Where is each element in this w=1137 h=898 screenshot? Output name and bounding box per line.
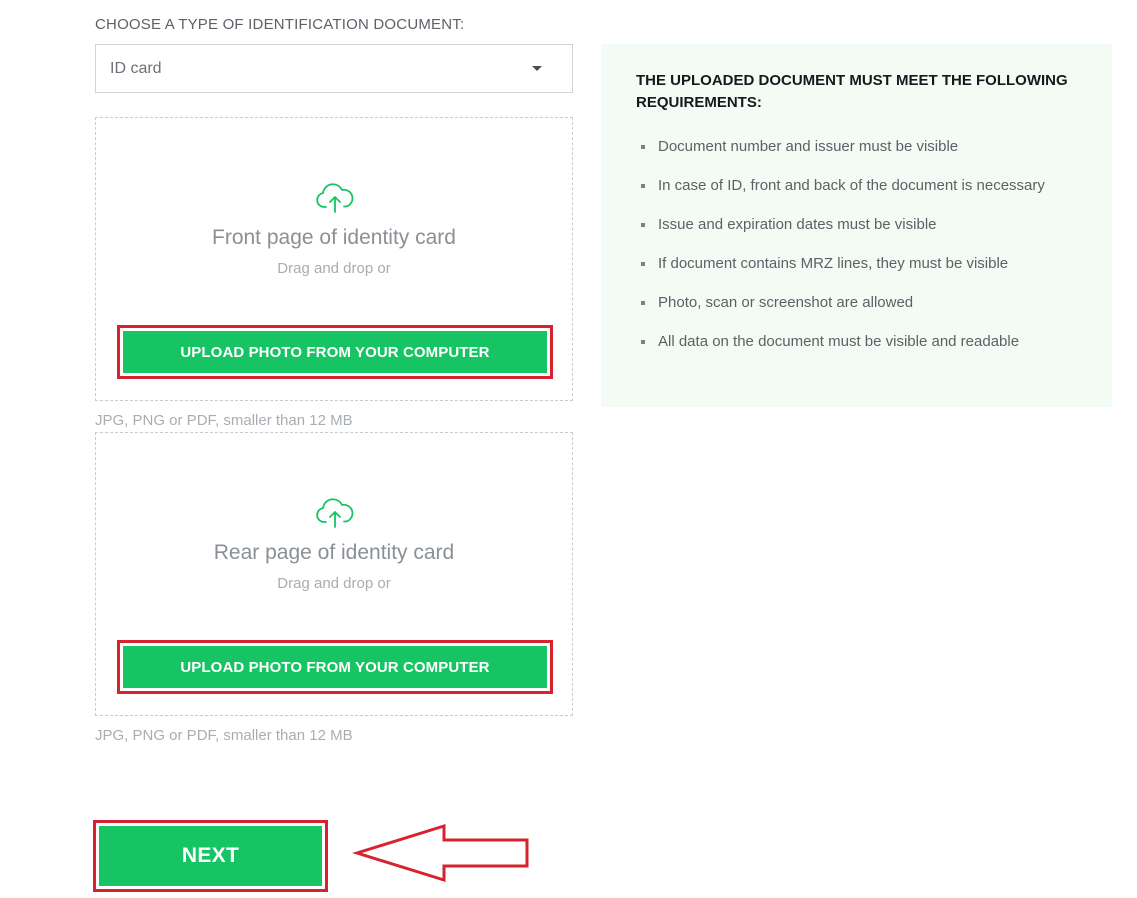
- doc-type-select[interactable]: ID card: [95, 44, 573, 93]
- cloud-upload-icon: [316, 498, 354, 528]
- list-item: Photo, scan or screenshot are allowed: [639, 292, 1079, 314]
- requirement-text: Document number and issuer must be visib…: [658, 138, 959, 155]
- requirement-text: All data on the document must be visible…: [658, 333, 1020, 350]
- list-item: If document contains MRZ lines, they mus…: [639, 253, 1079, 275]
- rear-upload-hint: JPG, PNG or PDF, smaller than 12 MB: [95, 727, 353, 744]
- list-item: Document number and issuer must be visib…: [639, 136, 1079, 158]
- bullet-icon: [641, 301, 645, 305]
- front-upload-title: Front page of identity card: [212, 226, 456, 249]
- bullet-icon: [641, 184, 645, 188]
- cloud-upload-icon: [316, 183, 354, 213]
- doc-type-value: ID card: [110, 59, 162, 77]
- requirement-text: Issue and expiration dates must be visib…: [658, 216, 937, 233]
- rear-upload-subtitle: Drag and drop or: [277, 575, 391, 592]
- requirements-title: THE UPLOADED DOCUMENT MUST MEET THE FOLL…: [636, 72, 1068, 111]
- rear-upload-highlight: UPLOAD PHOTO FROM YOUR COMPUTER: [117, 640, 553, 694]
- caret-down-icon: [532, 66, 542, 71]
- front-upload-hint: JPG, PNG or PDF, smaller than 12 MB: [95, 412, 353, 429]
- rear-upload-dropzone[interactable]: Rear page of identity card Drag and drop…: [95, 432, 573, 716]
- list-item: Issue and expiration dates must be visib…: [639, 214, 1079, 236]
- requirement-text: Photo, scan or screenshot are allowed: [658, 294, 914, 311]
- requirement-text: In case of ID, front and back of the doc…: [658, 177, 1045, 194]
- bullet-icon: [641, 223, 645, 227]
- front-upload-dropzone[interactable]: Front page of identity card Drag and dro…: [95, 117, 573, 401]
- requirement-text: If document contains MRZ lines, they mus…: [658, 255, 1009, 272]
- rear-upload-button[interactable]: UPLOAD PHOTO FROM YOUR COMPUTER: [123, 646, 547, 688]
- next-button[interactable]: NEXT: [99, 826, 322, 886]
- doc-type-label: CHOOSE A TYPE OF IDENTIFICATION DOCUMENT…: [95, 16, 465, 33]
- list-item: All data on the document must be visible…: [639, 331, 1079, 353]
- bullet-icon: [641, 145, 645, 149]
- next-highlight: NEXT: [93, 820, 328, 892]
- requirements-panel: THE UPLOADED DOCUMENT MUST MEET THE FOLL…: [601, 44, 1112, 407]
- list-item: In case of ID, front and back of the doc…: [639, 175, 1079, 197]
- bullet-icon: [641, 262, 645, 266]
- arrow-left-icon: [352, 823, 529, 883]
- front-upload-highlight: UPLOAD PHOTO FROM YOUR COMPUTER: [117, 325, 553, 379]
- front-upload-button[interactable]: UPLOAD PHOTO FROM YOUR COMPUTER: [123, 331, 547, 373]
- rear-upload-title: Rear page of identity card: [213, 541, 455, 564]
- bullet-icon: [641, 340, 645, 344]
- front-upload-subtitle: Drag and drop or: [277, 260, 391, 277]
- requirements-list: Document number and issuer must be visib…: [639, 136, 1079, 370]
